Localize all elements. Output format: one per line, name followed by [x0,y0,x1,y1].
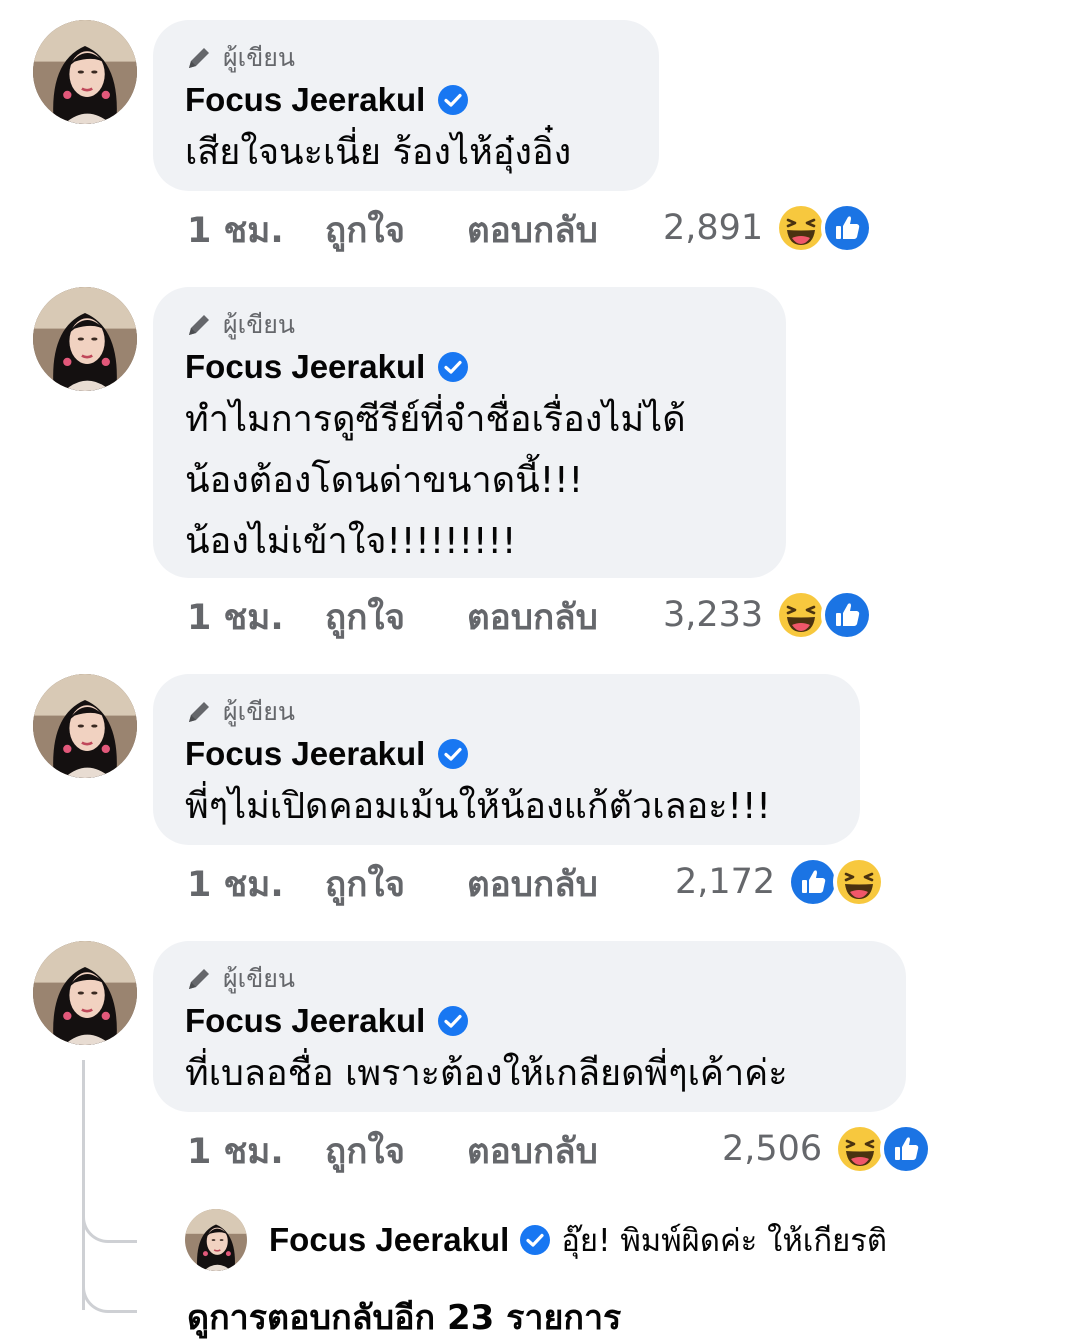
like-button[interactable]: ถูกใจ [325,857,467,912]
verified-badge-icon [437,84,469,116]
author-badge: ผู้เขียน [185,963,874,995]
avatar[interactable] [33,287,137,391]
reaction-count: 2,172 [675,862,776,902]
like-icon [880,1123,933,1175]
reply-button[interactable]: ตอบกลับ [467,590,598,645]
avatar[interactable] [185,1209,247,1271]
author-badge-label: ผู้เขียน [223,43,296,72]
view-more-replies-link[interactable]: ดูการตอบกลับอีก 23 รายการ [187,1290,621,1344]
comment-text: ทำไมการดูซีรีย์ที่จำชื่อเรื่องไม่ได้ น้อ… [185,399,686,562]
avatar[interactable] [33,941,137,1045]
pencil-icon [185,44,213,72]
comment-time[interactable]: 1 ชม. [187,203,325,258]
avatar[interactable] [33,674,137,778]
reply-preview[interactable]: Focus Jeerakul อุ๊ย! พิมพ์ผิดค่ะ ให้เกีย… [185,1208,887,1272]
reactions-4[interactable]: 2,506 [722,1123,933,1175]
like-button[interactable]: ถูกใจ [325,590,467,645]
reply-text: อุ๊ย! พิมพ์ผิดค่ะ ให้เกียรติ [561,1223,888,1259]
author-name[interactable]: Focus Jeerakul [185,348,425,386]
verified-badge-icon [519,1224,551,1256]
comment-bubble: ผู้เขียน Focus Jeerakul เสียใจนะเนี่ย ร้… [153,20,659,191]
comment-bubble: ผู้เขียน Focus Jeerakul ทำไมการดูซีรีย์ท… [153,287,786,578]
comment-text: ที่เบลอชื่อ เพราะต้องให้เกลียดพี่ๆเค้าค่… [185,1053,788,1094]
comment-time[interactable]: 1 ชม. [187,1124,325,1179]
thread-connector [82,1180,137,1243]
pencil-icon [185,698,213,726]
like-button[interactable]: ถูกใจ [325,203,467,258]
author-name[interactable]: Focus Jeerakul [185,81,425,119]
haha-icon [775,589,828,641]
author-name[interactable]: Focus Jeerakul [185,1002,425,1040]
author-badge-label: ผู้เขียน [223,964,296,993]
reaction-count: 2,891 [663,208,764,248]
thread-connector [82,1250,137,1313]
author-badge-label: ผู้เขียน [223,310,296,339]
comment-bubble: ผู้เขียน Focus Jeerakul พี่ๆไม่เปิดคอมเม… [153,674,860,845]
reactions-2[interactable]: 3,233 [663,589,874,641]
pencil-icon [185,965,213,993]
comment-text: พี่ๆไม่เปิดคอมเม้นให้น้องแก้ตัวเลอะ!!! [185,786,771,827]
avatar[interactable] [33,20,137,124]
reply-button[interactable]: ตอบกลับ [467,1124,598,1179]
verified-badge-icon [437,1005,469,1037]
comment-actions-2: 1 ชม. ถูกใจ ตอบกลับ [187,592,598,642]
author-badge-label: ผู้เขียน [223,697,296,726]
reply-button[interactable]: ตอบกลับ [467,203,598,258]
reply-button[interactable]: ตอบกลับ [467,857,598,912]
comment-bubble: ผู้เขียน Focus Jeerakul ที่เบลอชื่อ เพรา… [153,941,906,1112]
comment-time[interactable]: 1 ชม. [187,590,325,645]
haha-icon [775,202,828,254]
reactions-1[interactable]: 2,891 [663,202,874,254]
comment-actions-1: 1 ชม. ถูกใจ ตอบกลับ [187,205,598,255]
reaction-count: 3,233 [663,595,764,635]
author-badge: ผู้เขียน [185,309,754,341]
author-name[interactable]: Focus Jeerakul [185,735,425,773]
author-badge: ผู้เขียน [185,42,627,74]
pencil-icon [185,311,213,339]
like-icon [821,202,874,254]
comment-time[interactable]: 1 ชม. [187,857,325,912]
haha-icon [833,856,886,908]
like-icon [787,856,840,908]
reply-author-name[interactable]: Focus Jeerakul [269,1221,509,1259]
verified-badge-icon [437,351,469,383]
reactions-3[interactable]: 2,172 [675,856,886,908]
like-icon [821,589,874,641]
haha-icon [834,1123,887,1175]
author-badge: ผู้เขียน [185,696,828,728]
verified-badge-icon [437,738,469,770]
reaction-count: 2,506 [722,1129,823,1169]
comment-actions-4: 1 ชม. ถูกใจ ตอบกลับ [187,1126,598,1176]
comment-actions-3: 1 ชม. ถูกใจ ตอบกลับ [187,859,598,909]
comment-text: เสียใจนะเนี่ย ร้องไห้อุ๋งอิ๋ง [185,132,572,173]
like-button[interactable]: ถูกใจ [325,1124,467,1179]
